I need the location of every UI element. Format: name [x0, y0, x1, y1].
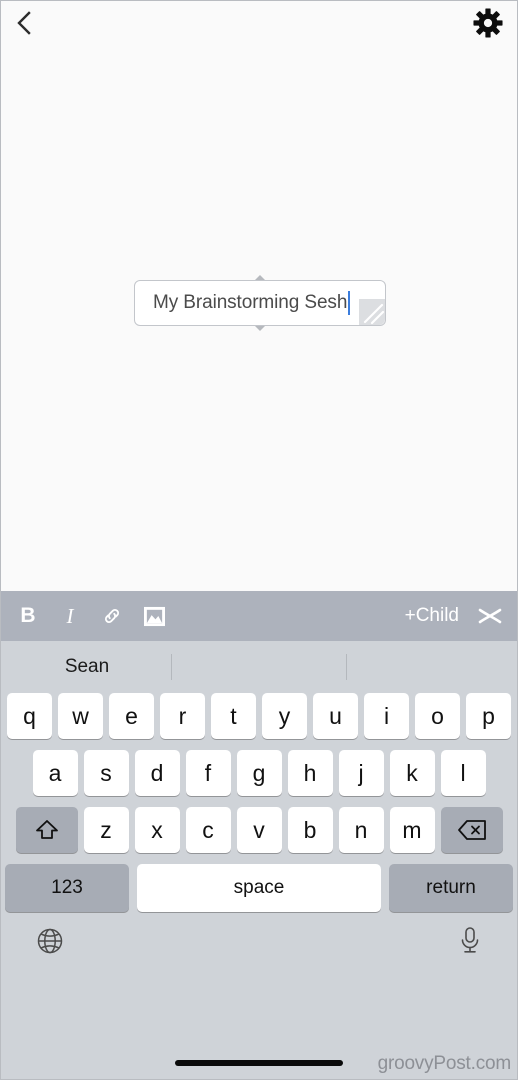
key-e[interactable]: e [109, 693, 154, 739]
key-z[interactable]: z [83, 807, 129, 853]
format-toolbar: B I +Child [1, 591, 517, 641]
watermark: groovyPost.com [377, 1053, 512, 1074]
node-text-field[interactable]: My Brainstorming Sesh [134, 280, 386, 326]
scissors-icon [478, 608, 502, 624]
prediction-slot-1[interactable]: Sean [1, 641, 173, 693]
key-o[interactable]: o [415, 693, 460, 739]
keyboard-row-3-letters: zxcvbnm [83, 807, 435, 853]
key-u[interactable]: u [313, 693, 358, 739]
format-toolbar-left-group: B I [17, 601, 166, 631]
key-c[interactable]: c [185, 807, 231, 853]
dictation-key[interactable] [453, 924, 487, 958]
key-p[interactable]: p [466, 693, 511, 739]
backspace-icon [457, 820, 486, 840]
key-l[interactable]: l [440, 750, 486, 796]
link-icon [105, 609, 119, 623]
key-h[interactable]: h [287, 750, 333, 796]
app-root: My Brainstorming Sesh B I +Child Sean q … [0, 0, 518, 1080]
key-b[interactable]: b [287, 807, 333, 853]
key-s[interactable]: s [83, 750, 129, 796]
key-v[interactable]: v [236, 807, 282, 853]
gear-icon [473, 8, 503, 38]
software-keyboard: Sean qwertyuiop asdfghjkl zxcvbnm 123 sp… [1, 641, 517, 1079]
keyboard-row-3: zxcvbnm [1, 807, 517, 853]
add-child-button[interactable]: +Child [405, 605, 459, 627]
settings-button[interactable] [471, 6, 505, 40]
back-chevron-icon [17, 11, 31, 35]
keyboard-row-1: qwertyuiop [1, 693, 517, 739]
key-x[interactable]: x [134, 807, 180, 853]
back-button[interactable] [11, 8, 37, 38]
keyboard-row-4: 123 space return [1, 864, 517, 912]
predict-divider-2 [346, 654, 347, 680]
key-y[interactable]: y [262, 693, 307, 739]
top-navigation-bar [1, 1, 517, 45]
key-a[interactable]: a [32, 750, 78, 796]
node-text-value: My Brainstorming Sesh [153, 292, 348, 313]
image-button[interactable] [143, 601, 166, 631]
bold-button[interactable]: B [17, 601, 39, 631]
keyboard-row-2: asdfghjkl [1, 750, 517, 796]
space-key[interactable]: space [137, 864, 381, 912]
prediction-slot-3[interactable] [345, 641, 517, 693]
format-toolbar-right-group: +Child [405, 601, 503, 631]
cut-button[interactable] [477, 601, 503, 631]
text-cursor [348, 291, 351, 315]
return-key[interactable]: return [389, 864, 513, 912]
shift-arrow-icon [35, 820, 58, 839]
globe-key[interactable] [33, 924, 67, 958]
home-indicator [175, 1060, 343, 1066]
key-i[interactable]: i [364, 693, 409, 739]
predict-divider-1 [171, 654, 172, 680]
keyboard-bottom-bar: groovyPost.com [1, 918, 517, 1079]
predictive-text-bar: Sean [1, 641, 517, 693]
node-anchor-bottom-icon [255, 326, 265, 331]
key-k[interactable]: k [389, 750, 435, 796]
key-d[interactable]: d [134, 750, 180, 796]
key-m[interactable]: m [389, 807, 435, 853]
link-button[interactable] [101, 601, 123, 631]
backspace-key[interactable] [440, 807, 503, 853]
key-w[interactable]: w [58, 693, 103, 739]
image-icon [144, 606, 165, 626]
globe-icon [37, 928, 63, 954]
key-r[interactable]: r [160, 693, 205, 739]
key-j[interactable]: j [338, 750, 384, 796]
key-n[interactable]: n [338, 807, 384, 853]
italic-button[interactable]: I [59, 601, 81, 631]
prediction-slot-2[interactable] [173, 641, 345, 693]
shift-key[interactable] [15, 807, 78, 853]
key-q[interactable]: q [7, 693, 52, 739]
mindmap-canvas[interactable]: My Brainstorming Sesh [1, 1, 517, 591]
numbers-key[interactable]: 123 [5, 864, 129, 912]
node-resize-handle[interactable] [359, 299, 385, 325]
key-g[interactable]: g [236, 750, 282, 796]
key-f[interactable]: f [185, 750, 231, 796]
resize-grip-icon [363, 303, 385, 325]
microphone-icon [461, 927, 479, 953]
mindmap-node[interactable]: My Brainstorming Sesh [134, 275, 386, 331]
key-t[interactable]: t [211, 693, 256, 739]
